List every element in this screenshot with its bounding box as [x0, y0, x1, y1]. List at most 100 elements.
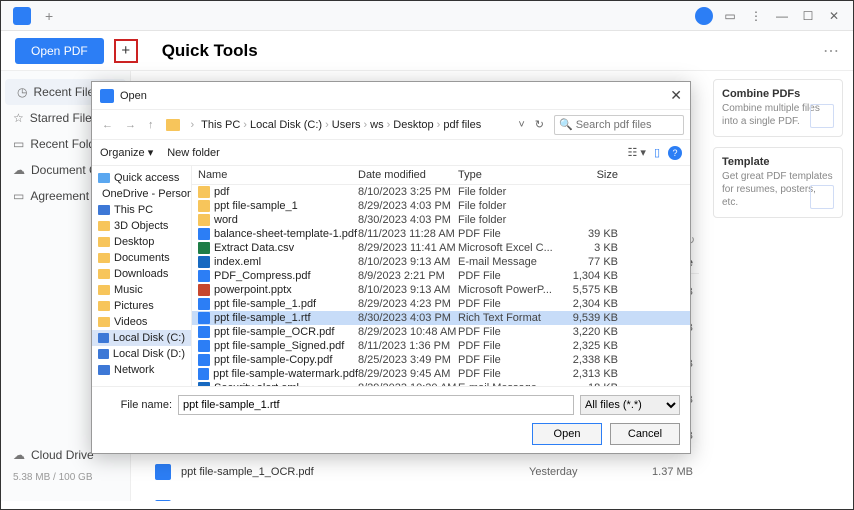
add-button[interactable]: +: [114, 39, 138, 63]
file-row[interactable]: word8/30/2023 4:03 PMFile folder: [192, 213, 690, 227]
tree-item[interactable]: Pictures: [92, 298, 191, 314]
file-row[interactable]: powerpoint.pptx8/10/2023 9:13 AMMicrosof…: [192, 283, 690, 297]
new-tab-button[interactable]: +: [45, 8, 53, 24]
open-button[interactable]: Open: [532, 423, 602, 445]
recent-file-row[interactable]: ppt file-sample_1_OCR.pdfYesterday1.37 M…: [145, 454, 699, 490]
dialog-nav-row: ← → ↑ › This PC›Local Disk (C:)›Users›ws…: [92, 110, 690, 140]
right-sidebar: Combine PDFs Combine multiple files into…: [713, 71, 853, 501]
pc-icon: [98, 349, 109, 359]
file-row[interactable]: Extract Data.csv8/29/2023 11:41 AMMicros…: [192, 241, 690, 255]
folder-icon: [166, 119, 180, 131]
pdf-icon: [198, 326, 210, 338]
cloud-icon: ☁: [13, 163, 25, 177]
pdf-icon: [155, 500, 171, 501]
file-row[interactable]: ppt file-sample-Copy.pdf8/25/2023 3:49 P…: [192, 353, 690, 367]
command-bar: Open PDF + Quick Tools ⋯: [1, 31, 853, 71]
tree-item[interactable]: This PC: [92, 202, 191, 218]
help-button[interactable]: ?: [668, 146, 682, 160]
search-box[interactable]: 🔍: [554, 115, 684, 135]
new-folder-button[interactable]: New folder: [167, 147, 220, 159]
kebab-icon[interactable]: ⋮: [745, 5, 767, 27]
open-pdf-button[interactable]: Open PDF: [15, 38, 104, 64]
view-options-button[interactable]: ☷ ▾: [627, 146, 645, 159]
col-date[interactable]: Date modified: [358, 169, 458, 181]
doc-icon: ▭: [13, 189, 24, 203]
breadcrumb-segment[interactable]: Desktop: [393, 119, 433, 131]
pc-icon: [98, 333, 109, 343]
breadcrumb-segment[interactable]: ws: [370, 119, 383, 131]
chat-icon[interactable]: ▭: [719, 5, 741, 27]
tree-item[interactable]: Music: [92, 282, 191, 298]
breadcrumb-segment[interactable]: This PC: [201, 119, 240, 131]
tree-item[interactable]: Videos: [92, 314, 191, 330]
up-button[interactable]: ↑: [144, 119, 158, 131]
open-file-dialog: Open ✕ ← → ↑ › This PC›Local Disk (C:)›U…: [91, 81, 691, 454]
cloud-icon: ☁: [13, 448, 25, 462]
pc-icon: [98, 205, 110, 215]
combine-icon: [810, 104, 834, 128]
dialog-titlebar: Open ✕: [92, 82, 690, 110]
star-icon: [98, 173, 110, 183]
tree-item[interactable]: Documents: [92, 250, 191, 266]
recent-file-row[interactable]: ppt file-sample_1.pdfYesterday844.34 KB: [145, 490, 699, 501]
folder-icon: [98, 301, 110, 311]
folder-tree[interactable]: Quick accessOneDrive - PersonThis PC3D O…: [92, 166, 192, 386]
organize-menu[interactable]: Organize ▾: [100, 146, 153, 159]
pc-icon: [98, 365, 110, 375]
folder-icon: [198, 186, 210, 198]
col-name[interactable]: Name: [198, 169, 358, 181]
template-card[interactable]: Template Get great PDF templates for res…: [713, 147, 843, 218]
tree-item[interactable]: Local Disk (D:): [92, 346, 191, 362]
col-type[interactable]: Type: [458, 169, 558, 181]
file-list[interactable]: Name Date modified Type Size pdf8/10/202…: [192, 166, 690, 386]
tree-item[interactable]: Downloads: [92, 266, 191, 282]
dialog-toolbar: Organize ▾ New folder ☷ ▾ ▯ ?: [92, 140, 690, 166]
quick-tools-title: Quick Tools: [162, 41, 258, 61]
pdf-icon: [198, 270, 210, 282]
file-row[interactable]: ppt file-sample-watermark.pdf8/29/2023 9…: [192, 367, 690, 381]
combine-pdfs-card[interactable]: Combine PDFs Combine multiple files into…: [713, 79, 843, 137]
file-name-input[interactable]: [178, 395, 574, 415]
file-row[interactable]: PDF_Compress.pdf8/9/2023 2:21 PMPDF File…: [192, 269, 690, 283]
dialog-close-button[interactable]: ✕: [670, 87, 682, 104]
star-icon: ☆: [13, 111, 24, 125]
file-row[interactable]: ppt file-sample_1.pdf8/29/2023 4:23 PMPD…: [192, 297, 690, 311]
back-button[interactable]: ←: [98, 119, 117, 131]
pdf-icon: [198, 228, 210, 240]
pdf-icon: [198, 368, 209, 380]
file-type-filter[interactable]: All files (*.*): [580, 395, 680, 415]
tree-item[interactable]: Desktop: [92, 234, 191, 250]
more-icon[interactable]: ⋯: [823, 41, 839, 61]
file-row[interactable]: index.eml8/10/2023 9:13 AME-mail Message…: [192, 255, 690, 269]
tree-item[interactable]: Network: [92, 362, 191, 378]
cancel-button[interactable]: Cancel: [610, 423, 680, 445]
file-row[interactable]: pdf8/10/2023 3:25 PMFile folder: [192, 185, 690, 199]
breadcrumb-dropdown[interactable]: ˅: [518, 119, 524, 131]
preview-pane-button[interactable]: ▯: [654, 146, 660, 159]
search-input[interactable]: [576, 119, 679, 131]
file-row[interactable]: ppt file-sample_1.rtf8/30/2023 4:03 PMRi…: [192, 311, 690, 325]
minimize-button[interactable]: —: [771, 5, 793, 27]
file-row[interactable]: ppt file-sample_Signed.pdf8/11/2023 1:36…: [192, 339, 690, 353]
file-row[interactable]: ppt file-sample_18/29/2023 4:03 PMFile f…: [192, 199, 690, 213]
file-row[interactable]: balance-sheet-template-1.pdf8/11/2023 11…: [192, 227, 690, 241]
breadcrumb-segment[interactable]: pdf files: [443, 119, 481, 131]
breadcrumb-segment[interactable]: Users: [332, 119, 361, 131]
col-size[interactable]: Size: [558, 169, 618, 181]
forward-button[interactable]: →: [121, 119, 140, 131]
folder-icon: [98, 269, 110, 279]
eml-icon: [198, 382, 210, 386]
user-avatar[interactable]: [695, 7, 713, 25]
pdf-icon: [198, 312, 210, 324]
refresh-button[interactable]: ↻: [535, 118, 544, 131]
maximize-button[interactable]: ☐: [797, 5, 819, 27]
tree-item[interactable]: 3D Objects: [92, 218, 191, 234]
file-row[interactable]: ppt file-sample_OCR.pdf8/29/2023 10:48 A…: [192, 325, 690, 339]
file-row[interactable]: Security alert.eml8/29/2023 10:20 AME-ma…: [192, 381, 690, 386]
close-button[interactable]: ✕: [823, 5, 845, 27]
tree-item[interactable]: OneDrive - Person: [92, 186, 191, 202]
tree-item[interactable]: Local Disk (C:): [92, 330, 191, 346]
tree-item[interactable]: Quick access: [92, 170, 191, 186]
breadcrumb-segment[interactable]: Local Disk (C:): [250, 119, 322, 131]
folder-icon: [98, 285, 110, 295]
